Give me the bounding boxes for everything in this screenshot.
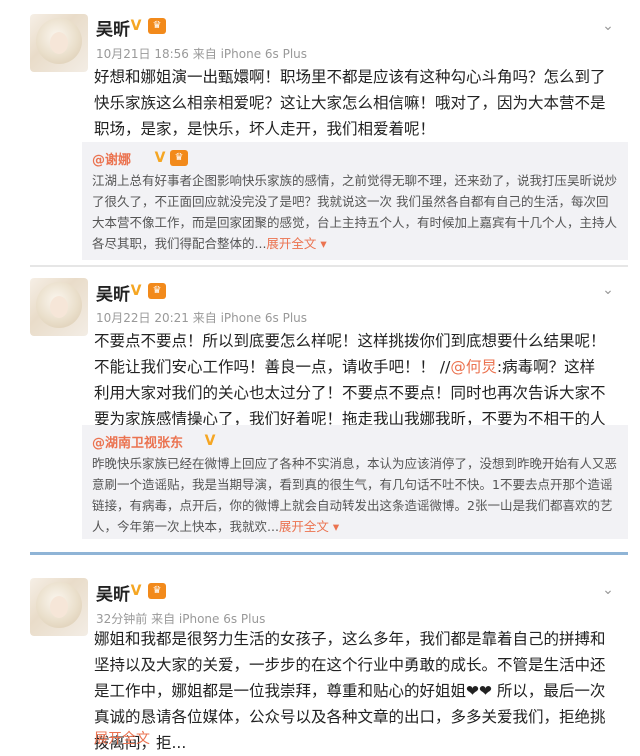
post-meta: 32分钟前 来自 iPhone 6s Plus xyxy=(96,612,266,626)
repost-quote[interactable]: @湖南卫视张东 V 昨晚快乐家族已经在微博上回应了各种不实消息，本认为应该消停了… xyxy=(82,425,628,539)
verified-icon: V xyxy=(130,583,142,599)
verified-icon: V xyxy=(154,150,166,166)
author-name[interactable]: 吴昕 xyxy=(96,280,130,305)
weibo-post-3: 吴昕 V ♛ 32分钟前 来自 iPhone 6s Plus ⌄ 娜姐和我都是很… xyxy=(0,568,640,752)
chevron-down-icon[interactable]: ⌄ xyxy=(600,582,616,598)
crown-icon: ♛ xyxy=(148,18,166,34)
crown-icon: ♛ xyxy=(148,283,166,299)
expand-full-link[interactable]: 展开全文 xyxy=(94,728,150,748)
post-meta: 10月22日 20:21 来自 iPhone 6s Plus xyxy=(96,311,308,325)
avatar[interactable] xyxy=(30,14,88,72)
author-name[interactable]: 吴昕 xyxy=(96,580,130,605)
post-content: 好想和娜姐演一出甄嬛啊！职场里不都是应该有这种勾心斗角吗？怎么到了快乐家族这么相… xyxy=(94,68,606,138)
expand-full-link[interactable]: 展开全文 xyxy=(266,236,316,251)
weibo-post-2: 吴昕 V ♛ 10月22日 20:21 来自 iPhone 6s Plus ⌄ … xyxy=(0,268,640,543)
divider xyxy=(30,265,628,267)
expand-arrow-icon[interactable]: ▾ xyxy=(329,519,339,534)
quote-body: 昨晚快乐家族已经在微博上回应了各种不实消息，本认为应该消停了，没想到昨晚开始有人… xyxy=(92,456,618,534)
expand-full-link[interactable]: 展开全文 xyxy=(279,519,329,534)
avatar[interactable] xyxy=(30,278,88,336)
section-divider xyxy=(30,552,628,555)
quote-body: 江湖上总有好事者企图影响快乐家族的感情，之前觉得无聊不理，还来劲了，说我打压吴昕… xyxy=(92,173,618,251)
crown-icon: ♛ xyxy=(170,150,188,166)
chevron-down-icon[interactable]: ⌄ xyxy=(600,18,616,34)
post-content: 娜姐和我都是很努力生活的女孩子，这么多年，我们都是靠着自己的拼搏和坚持以及大家的… xyxy=(94,630,606,752)
verified-icon: V xyxy=(204,433,216,449)
verified-icon: V xyxy=(130,283,142,299)
post-meta: 10月21日 18:56 来自 iPhone 6s Plus xyxy=(96,47,308,61)
verified-icon: V xyxy=(130,18,142,34)
expand-arrow-icon[interactable]: ▾ xyxy=(316,236,326,251)
repost-quote[interactable]: @谢娜 V ♛ 江湖上总有好事者企图影响快乐家族的感情，之前觉得无聊不理，还来劲… xyxy=(82,142,628,260)
author-name[interactable]: 吴昕 xyxy=(96,15,130,40)
quote-author[interactable]: @谢娜 xyxy=(92,149,131,168)
chevron-down-icon[interactable]: ⌄ xyxy=(600,282,616,298)
weibo-post-1: 吴昕 V ♛ 10月21日 18:56 来自 iPhone 6s Plus ⌄ … xyxy=(0,0,640,265)
crown-icon: ♛ xyxy=(148,583,166,599)
mention-link[interactable]: @何炅 xyxy=(450,358,497,376)
quote-author[interactable]: @湖南卫视张东 xyxy=(92,432,183,451)
avatar[interactable] xyxy=(30,578,88,636)
